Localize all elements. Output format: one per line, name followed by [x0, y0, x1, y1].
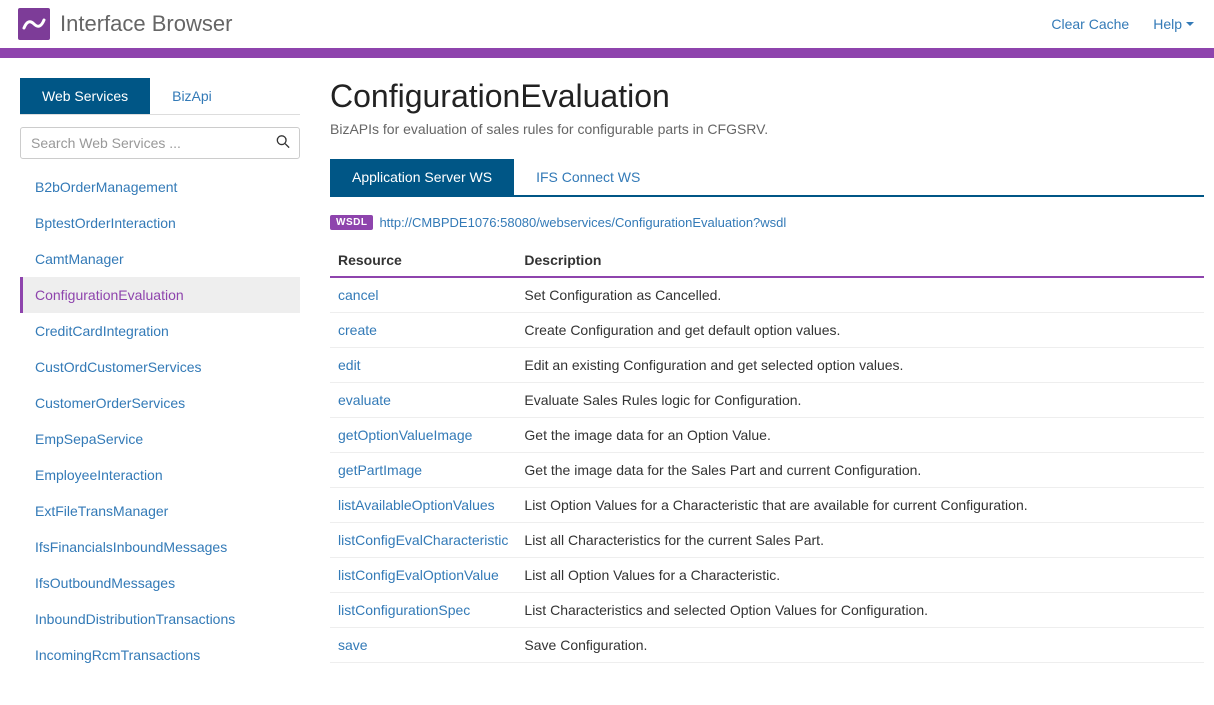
resource-link[interactable]: getPartImage [338, 462, 422, 478]
resource-description: Evaluate Sales Rules logic for Configura… [516, 383, 1204, 418]
resource-description: List all Option Values for a Characteris… [516, 558, 1204, 593]
resource-description: Get the image data for an Option Value. [516, 418, 1204, 453]
chevron-down-icon [1186, 22, 1194, 26]
table-row: save Save Configuration. [330, 628, 1204, 663]
wsdl-row: WSDL http://CMBPDE1076:58080/webservices… [330, 215, 1204, 230]
sidebar-item[interactable]: InboundDistributionTransactions [20, 601, 300, 637]
sidebar-item[interactable]: B2bOrderManagement [20, 169, 300, 205]
table-row: edit Edit an existing Configuration and g… [330, 348, 1204, 383]
content-tab[interactable]: IFS Connect WS [514, 159, 662, 195]
sidebar-item[interactable]: IncomingRcmTransactions [20, 637, 300, 673]
resource-link[interactable]: listConfigEvalCharacteristic [338, 532, 508, 548]
clear-cache-link[interactable]: Clear Cache [1051, 16, 1129, 32]
resource-link[interactable]: evaluate [338, 392, 391, 408]
accent-strip [0, 48, 1214, 58]
resource-link[interactable]: save [338, 637, 368, 653]
resource-description: Create Configuration and get default opt… [516, 313, 1204, 348]
search-input[interactable] [20, 127, 300, 159]
sidebar-tab[interactable]: BizApi [150, 78, 234, 114]
sidebar-tab[interactable]: Web Services [20, 78, 150, 114]
resource-description: List Option Values for a Characteristic … [516, 488, 1204, 523]
table-row: evaluate Evaluate Sales Rules logic for C… [330, 383, 1204, 418]
resource-link[interactable]: listConfigurationSpec [338, 602, 470, 618]
table-header-resource: Resource [330, 244, 516, 277]
table-row: getPartImage Get the image data for the S… [330, 453, 1204, 488]
sidebar-item[interactable]: EmpSepaService [20, 421, 300, 457]
app-title: Interface Browser [60, 11, 232, 37]
wsdl-link[interactable]: http://CMBPDE1076:58080/webservices/Conf… [379, 215, 786, 230]
table-row: listConfigurationSpec List Characteristic… [330, 593, 1204, 628]
content-tab[interactable]: Application Server WS [330, 159, 514, 195]
wsdl-badge: WSDL [330, 215, 373, 230]
table-row: create Create Configuration and get defau… [330, 313, 1204, 348]
sidebar-item[interactable]: CamtManager [20, 241, 300, 277]
service-list: B2bOrderManagementBptestOrderInteraction… [20, 169, 300, 673]
resource-description: Get the image data for the Sales Part an… [516, 453, 1204, 488]
sidebar-item[interactable]: IfsOutboundMessages [20, 565, 300, 601]
sidebar-item[interactable]: ExtFileTransManager [20, 493, 300, 529]
resource-link[interactable]: edit [338, 357, 361, 373]
sidebar-item[interactable]: CustomerOrderServices [20, 385, 300, 421]
table-row: listAvailableOptionValues List Option Val… [330, 488, 1204, 523]
content-tabs: Application Server WSIFS Connect WS [330, 159, 1204, 197]
page-title: ConfigurationEvaluation [330, 78, 1204, 115]
table-header-description: Description [516, 244, 1204, 277]
resource-link[interactable]: listConfigEvalOptionValue [338, 567, 499, 583]
top-links: Clear Cache Help [1051, 16, 1194, 32]
resource-description: Edit an existing Configuration and get s… [516, 348, 1204, 383]
resource-description: Save Configuration. [516, 628, 1204, 663]
resource-link[interactable]: getOptionValueImage [338, 427, 472, 443]
brand: Interface Browser [18, 8, 232, 40]
table-row: getOptionValueImage Get the image data fo… [330, 418, 1204, 453]
sidebar-item[interactable]: EmployeeInteraction [20, 457, 300, 493]
table-row: cancel Set Configuration as Cancelled. [330, 277, 1204, 313]
sidebar-item[interactable]: BptestOrderInteraction [20, 205, 300, 241]
resource-description: List Characteristics and selected Option… [516, 593, 1204, 628]
search-wrap [20, 127, 300, 159]
table-row: listConfigEvalOptionValue List all Option… [330, 558, 1204, 593]
sidebar-item[interactable]: ConfigurationEvaluation [20, 277, 300, 313]
resource-link[interactable]: cancel [338, 287, 378, 303]
sidebar-item[interactable]: IfsFinancialsInboundMessages [20, 529, 300, 565]
resource-link[interactable]: create [338, 322, 377, 338]
main-content: ConfigurationEvaluation BizAPIs for eval… [330, 78, 1204, 673]
top-bar: Interface Browser Clear Cache Help [0, 0, 1214, 48]
sidebar: Web ServicesBizApi B2bOrderManagementBpt… [20, 78, 300, 673]
help-dropdown[interactable]: Help [1153, 16, 1194, 32]
resource-description: List all Characteristics for the current… [516, 523, 1204, 558]
resource-link[interactable]: listAvailableOptionValues [338, 497, 495, 513]
sidebar-item[interactable]: CreditCardIntegration [20, 313, 300, 349]
table-row: listConfigEvalCharacteristic List all Cha… [330, 523, 1204, 558]
sidebar-item[interactable]: CustOrdCustomerServices [20, 349, 300, 385]
resource-description: Set Configuration as Cancelled. [516, 277, 1204, 313]
help-label: Help [1153, 16, 1182, 32]
logo-icon [18, 8, 50, 40]
resource-table: Resource Description cancel Set Configura… [330, 244, 1204, 663]
page-description: BizAPIs for evaluation of sales rules fo… [330, 121, 1204, 137]
sidebar-tabs: Web ServicesBizApi [20, 78, 300, 115]
